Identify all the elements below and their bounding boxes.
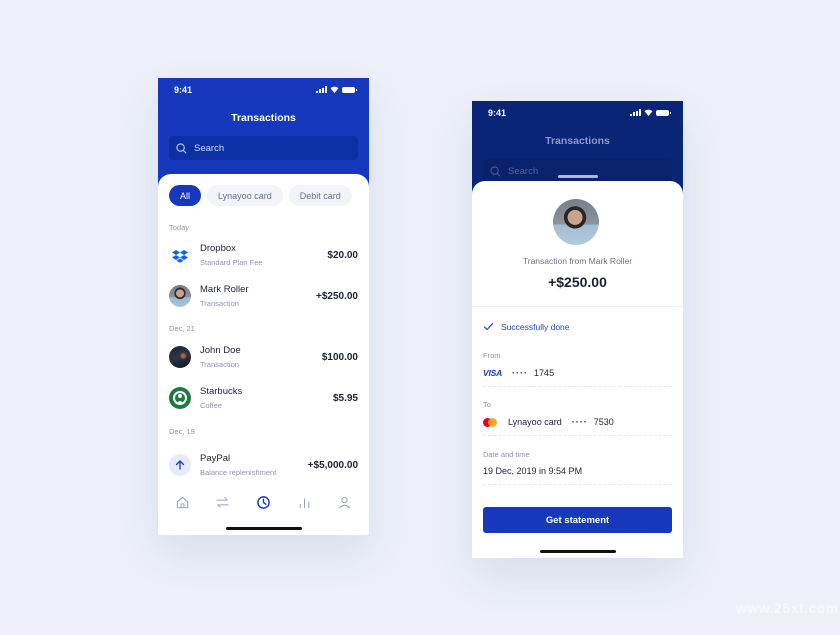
search-icon [490,165,501,176]
search-icon [176,142,187,153]
clock-icon [257,495,270,509]
signal-icon [630,109,641,116]
home-icon [176,496,188,508]
tab-bar [158,492,369,512]
divider [483,435,672,436]
arrow-up-icon [169,454,191,476]
home-indicator [225,527,302,530]
sheet-grabber[interactable] [558,175,598,178]
transaction-row-mark-roller[interactable]: Mark Roller Transaction +$250.00 [169,284,358,310]
card-mask: ···· [512,368,529,378]
filter-all[interactable]: All [169,185,201,206]
signal-icon [316,86,327,93]
divider [483,484,672,485]
status-text: Successfully done [501,321,570,332]
to-card: Lynayoo card ···· 7530 [483,415,672,429]
transaction-amount: $100.00 [321,352,358,363]
search-placeholder: Search [508,165,539,177]
transaction-name: Starbucks [200,386,243,397]
status-time: 9:41 [174,85,193,95]
divider [483,386,672,387]
starbucks-logo-icon [169,387,191,409]
status-bar: 9:41 [488,108,671,120]
dropbox-logo-icon [169,244,191,266]
page-title: Transactions [231,112,296,124]
profile-icon [339,496,351,508]
transaction-row-john-doe[interactable]: John Doe Transaction $100.00 [169,345,358,371]
card-last4: 7530 [593,417,614,427]
wifi-icon [644,109,653,116]
transaction-name: PayPal [200,453,231,464]
transaction-detail-screen: 9:41 Transactions Search Transaction fro… [472,101,683,558]
from-card: VISA ···· 1745 [483,366,672,380]
search-placeholder: Search [194,142,225,154]
filter-chips: All Lynayoo card Debit card [169,185,352,206]
date-value: 19 Dec, 2019 in 9:54 PM [483,464,672,478]
chart-icon [299,497,309,508]
get-statement-button[interactable]: Get statement [483,507,672,533]
transaction-amount: +$5,000.00 [307,460,358,471]
transaction-name: John Doe [200,345,241,356]
date-label: Date and time [483,450,530,459]
transaction-subtitle: Transaction from Mark Roller [522,256,633,266]
tab-profile[interactable] [337,494,353,510]
search-input[interactable]: Search [169,136,358,160]
mastercard-logo-icon [483,417,498,427]
transaction-amount: +$250.00 [316,291,358,302]
visa-logo-icon: VISA [483,368,503,378]
from-label: From [483,351,501,360]
group-label-today: Today [169,223,190,232]
filter-lynayoo-card[interactable]: Lynayoo card [207,185,283,206]
filter-debit-card[interactable]: Debit card [288,185,352,206]
card-last4: 1745 [534,368,555,378]
to-label: To [483,400,491,409]
avatar [169,346,191,368]
search-input: Search [483,159,672,183]
tab-history[interactable] [255,494,271,510]
page-title: Transactions [545,135,610,147]
transaction-subtitle: Coffee [200,401,222,410]
transaction-subtitle: Transaction [200,360,239,369]
group-label-dec-19: Dec, 19 [169,427,195,436]
date-text: 19 Dec, 2019 in 9:54 PM [483,466,583,476]
tab-home[interactable] [174,494,190,510]
group-label-dec-21: Dec, 21 [169,324,195,333]
transfer-icon [216,496,230,508]
transaction-amount: $20.00 [327,250,358,261]
card-name: Lynayoo card [508,417,562,427]
transactions-list-screen: 9:41 Transactions Search All Lynayoo car… [158,78,369,535]
avatar [169,285,191,307]
transaction-amount: +$250.00 [548,274,607,290]
sender-avatar [553,199,599,245]
battery-icon [656,109,671,116]
divider [472,306,683,307]
transaction-subtitle: Transaction [200,299,239,308]
transaction-name: Mark Roller [200,284,249,295]
tab-statistics[interactable] [296,494,312,510]
transaction-row-starbucks[interactable]: Starbucks Coffee $5.95 [169,386,358,412]
transaction-row-paypal[interactable]: PayPal Balance replenishment +$5,000.00 [169,453,358,479]
transaction-name: Dropbox [200,243,236,254]
transaction-row-dropbox[interactable]: Dropbox Standard Plan Fee $20.00 [169,243,358,269]
transaction-subtitle: Balance replenishment [200,468,277,477]
transaction-amount: $5.95 [332,393,358,404]
transactions-sheet: All Lynayoo card Debit card Today Dropbo… [158,174,369,535]
wifi-icon [330,86,339,93]
status-time: 9:41 [488,108,507,118]
battery-icon [342,86,357,93]
watermark: www.25xt.com [736,600,839,616]
transaction-detail-sheet: Transaction from Mark Roller +$250.00 Su… [472,181,683,558]
home-indicator [539,550,616,553]
status-bar: 9:41 [174,85,357,97]
status-badge: Successfully done [483,321,570,332]
check-icon [483,322,494,331]
tab-transfers[interactable] [215,494,231,510]
transaction-subtitle: Standard Plan Fee [200,258,263,267]
card-mask: ···· [571,417,588,427]
